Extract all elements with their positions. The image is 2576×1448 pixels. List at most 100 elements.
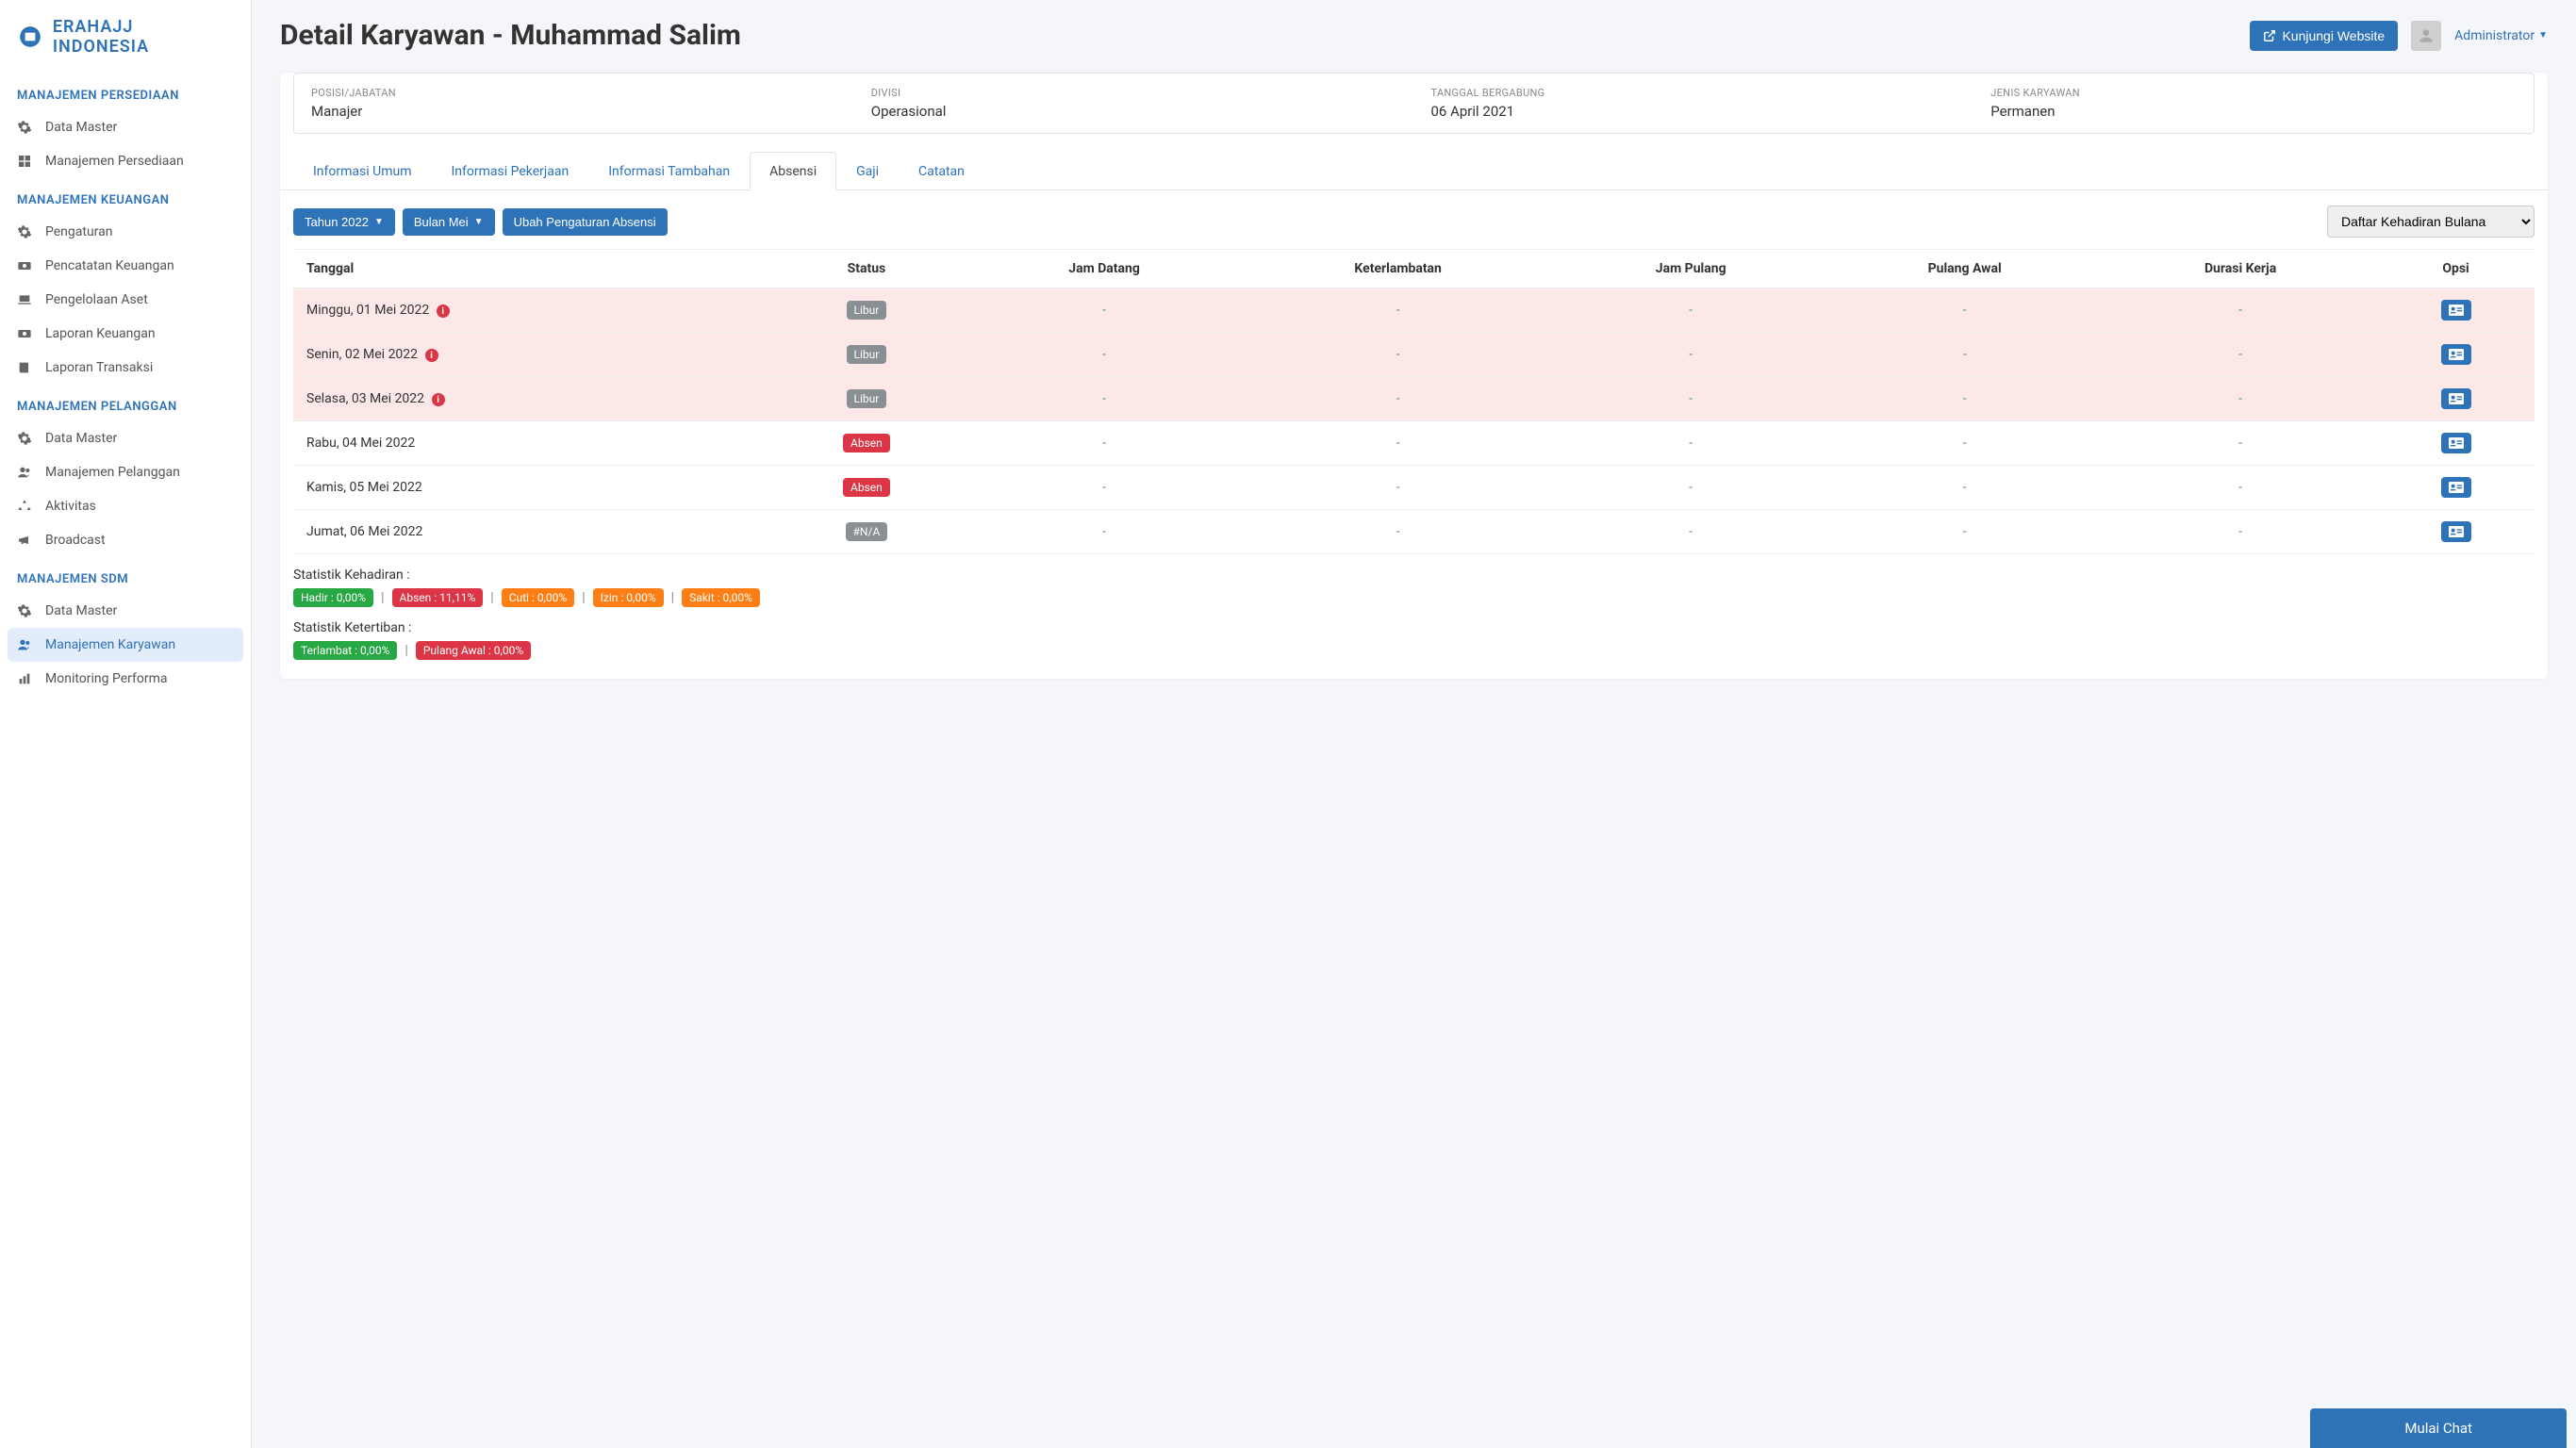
cell-durasi: - xyxy=(2104,288,2377,333)
sidebar-item-label: Manajemen Pelanggan xyxy=(45,465,180,480)
sidebar-item-pengaturan[interactable]: Pengaturan xyxy=(0,215,251,249)
cell-keterlambatan: - xyxy=(1240,333,1556,377)
year-label: Tahun 2022 xyxy=(305,215,369,229)
cell-tanggal: Minggu, 01 Mei 2022 i xyxy=(293,288,765,333)
sidebar-item-broadcast[interactable]: Broadcast xyxy=(0,523,251,557)
detail-button[interactable] xyxy=(2441,388,2471,409)
detail-button[interactable] xyxy=(2441,521,2471,542)
cell-jam-pulang: - xyxy=(1556,288,1825,333)
avatar[interactable] xyxy=(2411,21,2441,51)
tab-absensi[interactable]: Absensi xyxy=(750,152,836,190)
users-icon xyxy=(17,637,34,652)
info-posisi: POSISI/JABATAN Manajer xyxy=(294,74,854,133)
employee-info-row: POSISI/JABATAN Manajer DIVISI Operasiona… xyxy=(293,73,2535,134)
tab-catatan[interactable]: Catatan xyxy=(899,152,984,190)
cell-pulang-awal: - xyxy=(1825,466,2104,510)
stat-badge: Cuti : 0,00% xyxy=(502,588,575,607)
tab-gaji[interactable]: Gaji xyxy=(836,152,899,190)
detail-button[interactable] xyxy=(2441,477,2471,498)
bullhorn-icon xyxy=(17,533,34,548)
cell-status: #N/A xyxy=(765,510,968,554)
view-select[interactable]: Daftar Kehadiran Bulana xyxy=(2327,206,2535,238)
posisi-label: POSISI/JABATAN xyxy=(311,87,837,99)
separator: | xyxy=(490,590,493,605)
info-icon[interactable]: i xyxy=(437,304,450,318)
status-badge: Libur xyxy=(847,345,887,364)
year-dropdown[interactable]: Tahun 2022 ▼ xyxy=(293,208,395,236)
info-icon[interactable]: i xyxy=(432,393,445,406)
sidebar-item-pencatatan-keuangan[interactable]: Pencatatan Keuangan xyxy=(0,249,251,283)
main-content: Detail Karyawan - Muhammad Salim Kunjung… xyxy=(252,0,2576,1448)
detail-button[interactable] xyxy=(2441,300,2471,321)
tab-informasi-pekerjaan[interactable]: Informasi Pekerjaan xyxy=(431,152,588,190)
stat-badge: Sakit : 0,00% xyxy=(682,588,760,607)
user-dropdown[interactable]: Administrator ▼ xyxy=(2454,28,2548,43)
separator: | xyxy=(582,590,585,605)
employee-card: POSISI/JABATAN Manajer DIVISI Operasiona… xyxy=(280,73,2548,679)
jenis-value: Permanen xyxy=(1990,103,2517,120)
chevron-down-icon: ▼ xyxy=(474,217,484,227)
page-title: Detail Karyawan - Muhammad Salim xyxy=(280,19,741,52)
visit-website-button[interactable]: Kunjungi Website xyxy=(2250,21,2398,51)
info-divisi: DIVISI Operasional xyxy=(854,74,1414,133)
sidebar-item-label: Monitoring Performa xyxy=(45,671,168,686)
cell-jam-pulang: - xyxy=(1556,421,1825,466)
nav-section-title: MANAJEMEN PERSEDIAAN xyxy=(0,74,251,110)
cell-jam-datang: - xyxy=(968,466,1240,510)
boxes-icon xyxy=(17,154,34,169)
detail-button[interactable] xyxy=(2441,433,2471,453)
detail-button[interactable] xyxy=(2441,344,2471,365)
start-chat-button[interactable]: Mulai Chat xyxy=(2310,1408,2567,1448)
sidebar-item-laporan-transaksi[interactable]: Laporan Transaksi xyxy=(0,351,251,385)
gear-icon xyxy=(17,431,34,446)
divisi-label: DIVISI xyxy=(871,87,1397,99)
status-badge: #N/A xyxy=(846,522,888,541)
info-jenis: JENIS KARYAWAN Permanen xyxy=(1973,74,2534,133)
column-header: Jam Datang xyxy=(968,250,1240,288)
cell-jam-pulang: - xyxy=(1556,377,1825,421)
sidebar: ERAHAJJ INDONESIA MANAJEMEN PERSEDIAANDa… xyxy=(0,0,252,1448)
cell-durasi: - xyxy=(2104,377,2377,421)
cell-status: Libur xyxy=(765,333,968,377)
stat-badge: Pulang Awal : 0,00% xyxy=(416,641,531,660)
cell-keterlambatan: - xyxy=(1240,421,1556,466)
table-row: Minggu, 01 Mei 2022 iLibur----- xyxy=(293,288,2535,333)
sidebar-item-data-master[interactable]: Data Master xyxy=(0,110,251,144)
sidebar-item-laporan-keuangan[interactable]: Laporan Keuangan xyxy=(0,317,251,351)
sidebar-item-label: Pengelolaan Aset xyxy=(45,292,148,307)
status-badge: Libur xyxy=(847,301,887,320)
topbar: Detail Karyawan - Muhammad Salim Kunjung… xyxy=(280,19,2548,52)
recycle-icon xyxy=(17,499,34,514)
cell-durasi: - xyxy=(2104,333,2377,377)
tab-informasi-umum[interactable]: Informasi Umum xyxy=(293,152,431,190)
tab-informasi-tambahan[interactable]: Informasi Tambahan xyxy=(588,152,750,190)
sidebar-item-monitoring-performa[interactable]: Monitoring Performa xyxy=(0,662,251,696)
sidebar-item-manajemen-karyawan[interactable]: Manajemen Karyawan xyxy=(8,628,243,662)
nav-section-title: MANAJEMEN PELANGGAN xyxy=(0,385,251,421)
brand[interactable]: ERAHAJJ INDONESIA xyxy=(0,17,251,74)
month-dropdown[interactable]: Bulan Mei ▼ xyxy=(403,208,495,236)
attendance-settings-button[interactable]: Ubah Pengaturan Absensi xyxy=(503,208,668,236)
month-label: Bulan Mei xyxy=(414,215,469,229)
sidebar-item-pengelolaan-aset[interactable]: Pengelolaan Aset xyxy=(0,283,251,317)
tanggal-label: TANGGAL BERGABUNG xyxy=(1431,87,1957,99)
chart-icon xyxy=(17,671,34,686)
cell-pulang-awal: - xyxy=(1825,288,2104,333)
table-row: Jumat, 06 Mei 2022#N/A----- xyxy=(293,510,2535,554)
cell-keterlambatan: - xyxy=(1240,510,1556,554)
cell-durasi: - xyxy=(2104,421,2377,466)
cell-opsi xyxy=(2377,333,2535,377)
sidebar-item-data-master[interactable]: Data Master xyxy=(0,594,251,628)
cell-tanggal: Senin, 02 Mei 2022 i xyxy=(293,333,765,377)
tanggal-value: 06 April 2021 xyxy=(1431,103,1957,120)
sidebar-item-aktivitas[interactable]: Aktivitas xyxy=(0,489,251,523)
cell-keterlambatan: - xyxy=(1240,288,1556,333)
cell-jam-datang: - xyxy=(968,333,1240,377)
stats-kehadiran-label: Statistik Kehadiran : xyxy=(293,568,2535,583)
sidebar-item-label: Pengaturan xyxy=(45,224,113,239)
sidebar-item-data-master[interactable]: Data Master xyxy=(0,421,251,455)
info-icon[interactable]: i xyxy=(425,349,438,362)
sidebar-item-manajemen-pelanggan[interactable]: Manajemen Pelanggan xyxy=(0,455,251,489)
chevron-down-icon: ▼ xyxy=(374,217,384,227)
sidebar-item-manajemen-persediaan[interactable]: Manajemen Persediaan xyxy=(0,144,251,178)
